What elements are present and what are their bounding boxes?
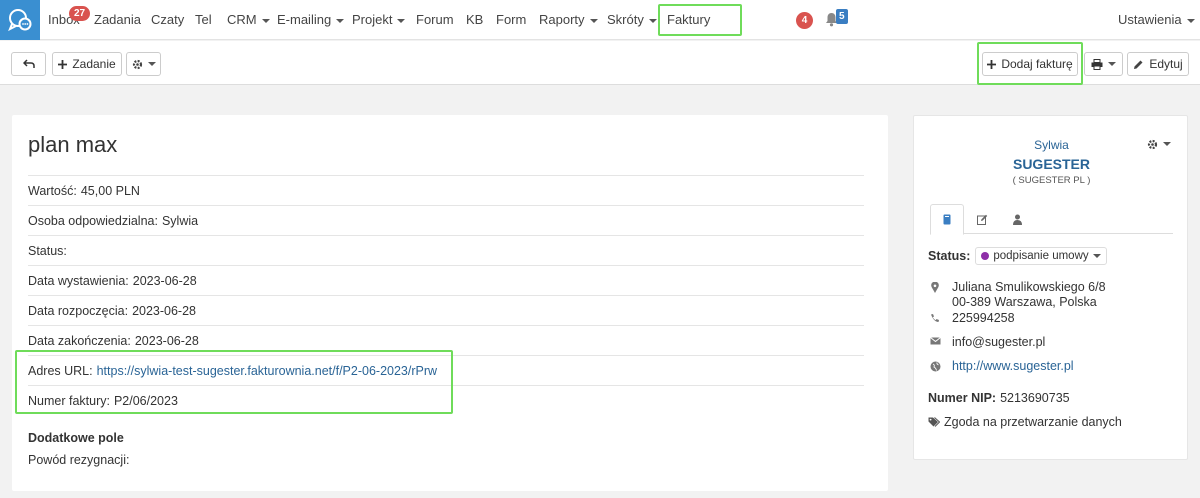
chevron-down-icon: [648, 18, 657, 23]
alerts-badge[interactable]: 4: [796, 12, 813, 29]
tags-icon: [928, 417, 940, 427]
nav-czaty[interactable]: Czaty: [151, 12, 184, 27]
chevron-down-icon: [1108, 62, 1116, 66]
client-status-line: Status: podpisanie umowy: [928, 247, 1107, 265]
top-navbar: Inbox 27 Zadania Czaty Tel CRM E-mailing…: [0, 0, 1200, 40]
pencil-icon: [1134, 60, 1143, 69]
field-row-status: Status:: [28, 235, 864, 265]
field-row-owner: Osoba odpowiedzialna: Sylwia: [28, 205, 864, 235]
chevron-down-icon: [336, 18, 345, 23]
plus-icon: [987, 59, 997, 69]
cancellation-reason-field: Powód rezygnacji:: [28, 453, 130, 467]
chevron-down-icon: [397, 18, 406, 23]
envelope-icon: [929, 337, 941, 345]
phone-icon: [931, 314, 939, 322]
tab-details[interactable]: [930, 204, 964, 235]
book-icon: [943, 214, 951, 225]
client-website-link[interactable]: http://www.sugester.pl: [952, 359, 1074, 373]
client-options-button[interactable]: [1145, 134, 1173, 154]
chevron-down-icon: [1186, 18, 1195, 23]
gear-icon: [1147, 139, 1158, 149]
client-company-link[interactable]: SUGESTER: [1013, 156, 1090, 172]
undo-arrow-icon: [22, 59, 35, 68]
client-company: SUGESTER: [914, 156, 1189, 172]
invoice-details-panel: plan max Wartość: 45,00 PLN Osoba odpowie…: [12, 115, 888, 491]
app-logo[interactable]: [0, 0, 40, 40]
add-invoice-button[interactable]: Dodaj fakturę: [982, 52, 1078, 76]
nav-projekt[interactable]: Projekt: [352, 12, 406, 27]
chevron-down-icon: [589, 18, 598, 23]
client-tabs: [930, 204, 1173, 235]
add-task-button[interactable]: Zadanie: [52, 52, 122, 76]
client-company-full: ( SUGESTER PL ): [1012, 175, 1091, 186]
nav-raporty[interactable]: Raporty: [539, 12, 598, 27]
print-dropdown-button[interactable]: [1084, 52, 1123, 76]
printer-icon: [1091, 58, 1103, 70]
client-website: http://www.sugester.pl: [928, 359, 1074, 373]
tab-notes[interactable]: [965, 204, 999, 234]
field-row-issue-date: Data wystawienia: 2023-06-28: [28, 265, 864, 295]
nav-tel[interactable]: Tel: [195, 12, 212, 27]
nav-ustawienia[interactable]: Ustawienia: [1118, 12, 1195, 27]
nav-kb[interactable]: KB: [466, 12, 483, 27]
status-select[interactable]: podpisanie umowy: [975, 247, 1107, 265]
client-person-link[interactable]: Sylwia: [1034, 138, 1069, 152]
nav-crm[interactable]: CRM: [227, 12, 270, 27]
client-phone: 225994258: [928, 311, 1015, 325]
edit-button[interactable]: Edytuj: [1127, 52, 1189, 76]
chevron-down-icon: [261, 18, 270, 23]
nav-faktury[interactable]: Faktury: [667, 12, 710, 27]
status-dot-icon: [981, 252, 990, 260]
extra-fields-heading: Dodatkowe pole: [28, 431, 124, 445]
edit-note-icon: [976, 214, 987, 225]
chevron-down-icon: [147, 62, 156, 66]
tab-contact-person[interactable]: [1000, 204, 1034, 234]
gear-icon: [132, 59, 142, 69]
client-nip: Numer NIP: 5213690735: [928, 391, 1070, 405]
client-consent-tag: Zgoda na przetwarzanie danych: [928, 415, 1122, 429]
user-icon: [1012, 214, 1022, 225]
inbox-count-badge: 27: [69, 6, 91, 21]
client-email: info@sugester.pl: [928, 335, 1045, 349]
action-toolbar: Zadanie Dodaj fakturę Edytuj: [0, 41, 1200, 85]
client-address: Juliana Smulikowskiego 6/8 00-389 Warszaw…: [928, 280, 1106, 310]
field-row-value: Wartość: 45,00 PLN: [28, 175, 864, 205]
nav-zadania[interactable]: Zadania: [94, 12, 141, 27]
chevron-down-icon: [1163, 142, 1171, 146]
map-marker-icon: [931, 282, 939, 293]
back-button[interactable]: [11, 52, 46, 76]
options-dropdown-button[interactable]: [126, 52, 161, 76]
chat-bubbles-icon: [8, 9, 32, 32]
url-invoice-highlight: [15, 350, 453, 414]
nav-skroty[interactable]: Skróty: [607, 12, 657, 27]
chevron-down-icon: [1092, 254, 1101, 258]
nav-form[interactable]: Form: [496, 12, 526, 27]
nav-forum[interactable]: Forum: [416, 12, 454, 27]
client-card: Sylwia SUGESTER ( SUGESTER PL ) Status: …: [913, 115, 1188, 460]
nav-e-mailing[interactable]: E-mailing: [277, 12, 345, 27]
page-title: plan max: [28, 132, 118, 157]
field-row-start-date: Data rozpoczęcia: 2023-06-28: [28, 295, 864, 325]
globe-icon: [930, 361, 940, 372]
plus-icon: [58, 59, 68, 69]
notifications-badge: 5: [836, 9, 848, 24]
